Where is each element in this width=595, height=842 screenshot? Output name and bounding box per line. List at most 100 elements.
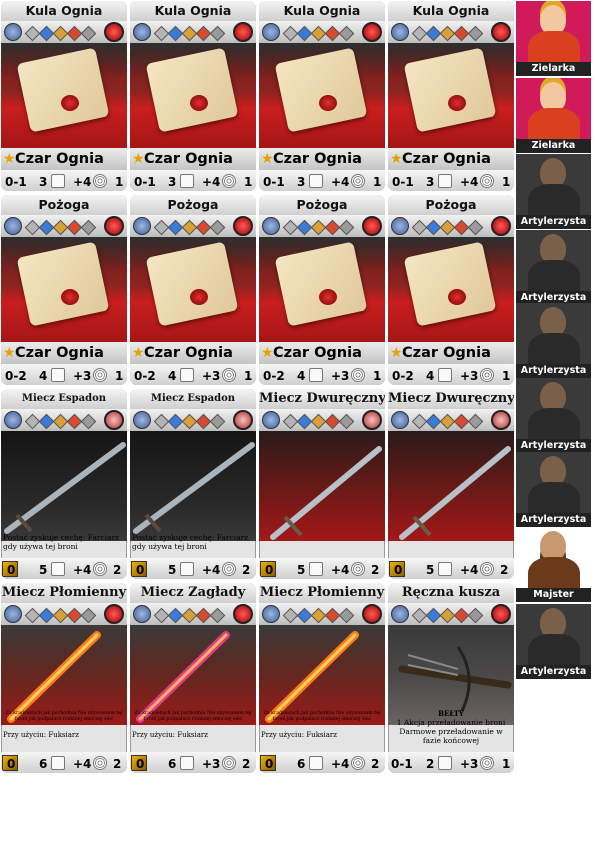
spell-band: ★ Czar Ognia bbox=[388, 342, 514, 364]
fist-icon bbox=[104, 216, 124, 236]
dice-icon bbox=[51, 562, 65, 576]
card-kula-ognia-3[interactable]: Kula Ognia ★ Czar Ognia 0-1 3 +4 1 bbox=[259, 1, 385, 191]
scroll-art bbox=[388, 43, 514, 148]
stat-dice: 5 bbox=[297, 563, 306, 577]
blue-ring-icon bbox=[133, 23, 151, 41]
stats-bar: 0-2 4 +3 1 bbox=[1, 364, 127, 385]
fist-icon bbox=[491, 22, 511, 42]
blue-ring-icon bbox=[133, 605, 151, 623]
spell-band: ★ Czar Ognia bbox=[259, 148, 385, 170]
sword-art bbox=[130, 431, 256, 541]
portrait-artylerzysta-5[interactable]: Artylerzysta bbox=[516, 452, 591, 527]
sword-art bbox=[259, 431, 385, 541]
card-miecz-espadon-2[interactable]: Miecz Espadon Postać zyskuje cechę: Farc… bbox=[130, 389, 256, 579]
stat-damage: 1 bbox=[115, 369, 124, 383]
card-title: Miecz Płomienny bbox=[259, 583, 385, 603]
card-description: Za kradzieżach jak pochodnia Nie używasz… bbox=[263, 711, 381, 722]
portrait-artylerzysta-4[interactable]: Artylerzysta bbox=[516, 378, 591, 453]
card-reczna-kusza[interactable]: Ręczna kusza BEŁTY 1 Akcja przeładowanie… bbox=[388, 583, 514, 773]
resource-strip bbox=[259, 603, 385, 625]
target-icon bbox=[480, 756, 494, 770]
stat-damage: 1 bbox=[502, 175, 511, 189]
stat-bonus: +4 bbox=[73, 757, 92, 771]
resource-strip bbox=[259, 21, 385, 43]
stat-range: 0 bbox=[7, 757, 16, 771]
stat-bonus: +4 bbox=[460, 175, 479, 189]
target-icon bbox=[351, 756, 365, 770]
target-icon bbox=[222, 756, 236, 770]
stat-dice: 5 bbox=[426, 563, 435, 577]
stat-bonus: +3 bbox=[202, 369, 221, 383]
stat-dice: 5 bbox=[39, 563, 48, 577]
dice-icon bbox=[309, 756, 323, 770]
blue-ring-icon bbox=[4, 411, 22, 429]
blue-ring-icon bbox=[391, 411, 409, 429]
portrait-zielarka-1[interactable]: Zielarka bbox=[516, 1, 591, 76]
card-miecz-espadon-1[interactable]: Miecz Espadon Postać zyskuje cechę: Farc… bbox=[1, 389, 127, 579]
scroll-art bbox=[388, 237, 514, 342]
stat-range: 0-1 bbox=[5, 175, 27, 189]
portrait-artylerzysta-2[interactable]: Artylerzysta bbox=[516, 230, 591, 305]
portrait-majster[interactable]: Majster bbox=[516, 527, 591, 602]
card-miecz-dwureczny-1[interactable]: Miecz Dwuręczny 0 5 +4 2 bbox=[259, 389, 385, 579]
blue-ring-icon bbox=[133, 411, 151, 429]
stat-range: 0-1 bbox=[392, 175, 414, 189]
portrait-artylerzysta-3[interactable]: Artylerzysta bbox=[516, 303, 591, 378]
spell-band: ★ Czar Ognia bbox=[388, 148, 514, 170]
card-pozoga-4[interactable]: Pożoga ★ Czar Ognia 0-2 4 +3 1 bbox=[388, 195, 514, 385]
scroll-art bbox=[130, 43, 256, 148]
resource-strip bbox=[388, 21, 514, 43]
card-miecz-plomienny-2[interactable]: Miecz Płomienny Za kradzieżach jak pocho… bbox=[259, 583, 385, 773]
portrait-artylerzysta-6[interactable]: Artylerzysta bbox=[516, 604, 591, 679]
stat-range: 0-2 bbox=[392, 369, 414, 383]
stat-damage: 1 bbox=[244, 175, 253, 189]
portrait-label: Artylerzysta bbox=[516, 513, 591, 527]
portrait-zielarka-2[interactable]: Zielarka bbox=[516, 78, 591, 153]
card-miecz-plomienny-1[interactable]: Miecz Płomienny Za kradzieżach jak pocho… bbox=[1, 583, 127, 773]
stat-bonus: +3 bbox=[331, 369, 350, 383]
stat-bonus: +3 bbox=[73, 369, 92, 383]
target-icon bbox=[480, 562, 494, 576]
card-kula-ognia-2[interactable]: Kula Ognia ★ Czar Ognia 0-1 3 +4 1 bbox=[130, 1, 256, 191]
card-miecz-dwureczny-2[interactable]: Miecz Dwuręczny 0 5 +4 2 bbox=[388, 389, 514, 579]
resource-strip bbox=[1, 603, 127, 625]
stat-dice: 4 bbox=[297, 369, 306, 383]
sword-icon bbox=[133, 442, 255, 534]
stat-range: 0-2 bbox=[263, 369, 285, 383]
stat-range: 0-1 bbox=[263, 175, 285, 189]
scroll-art bbox=[259, 237, 385, 342]
spell-type: Czar Ognia bbox=[15, 345, 104, 361]
portrait-artylerzysta-1[interactable]: Artylerzysta bbox=[516, 154, 591, 229]
stat-damage: 2 bbox=[113, 757, 122, 771]
stats-bar: 0 5 +4 2 bbox=[130, 558, 256, 579]
spell-band: ★ Czar Ognia bbox=[1, 342, 127, 364]
dice-icon bbox=[180, 756, 194, 770]
scroll-art bbox=[259, 43, 385, 148]
dice-icon bbox=[180, 562, 194, 576]
target-icon bbox=[93, 562, 107, 576]
target-icon bbox=[222, 174, 236, 188]
card-pozoga-2[interactable]: Pożoga ★ Czar Ognia 0-2 4 +3 1 bbox=[130, 195, 256, 385]
card-title: Miecz Espadon bbox=[130, 389, 256, 409]
card-use: Przy użyciu: Fuksiarz bbox=[3, 731, 79, 739]
dice-icon bbox=[438, 756, 452, 770]
fist-icon bbox=[104, 410, 124, 430]
stat-bonus: +4 bbox=[331, 757, 350, 771]
stat-dice: 4 bbox=[39, 369, 48, 383]
target-icon bbox=[93, 368, 107, 382]
stat-damage: 2 bbox=[371, 563, 380, 577]
stat-damage: 2 bbox=[242, 563, 251, 577]
card-pozoga-3[interactable]: Pożoga ★ Czar Ognia 0-2 4 +3 1 bbox=[259, 195, 385, 385]
stat-damage: 1 bbox=[244, 369, 253, 383]
resource-strip bbox=[388, 409, 514, 431]
flaming-sword-icon bbox=[7, 631, 101, 723]
stat-range: 0-2 bbox=[5, 369, 27, 383]
stat-range: 0-2 bbox=[134, 369, 156, 383]
card-title: Pożoga bbox=[388, 195, 514, 215]
stat-bonus: +4 bbox=[460, 563, 479, 577]
card-pozoga-1[interactable]: Pożoga ★ Czar Ognia 0-2 4 +3 1 bbox=[1, 195, 127, 385]
card-title: Miecz Zagłady bbox=[130, 583, 256, 603]
card-kula-ognia-1[interactable]: Kula Ognia ★ Czar Ognia 0-1 3 +4 1 bbox=[1, 1, 127, 191]
card-miecz-zaglady[interactable]: Miecz Zagłady Za kradzieżach jak pochodn… bbox=[130, 583, 256, 773]
card-kula-ognia-4[interactable]: Kula Ognia ★ Czar Ognia 0-1 3 +4 1 bbox=[388, 1, 514, 191]
